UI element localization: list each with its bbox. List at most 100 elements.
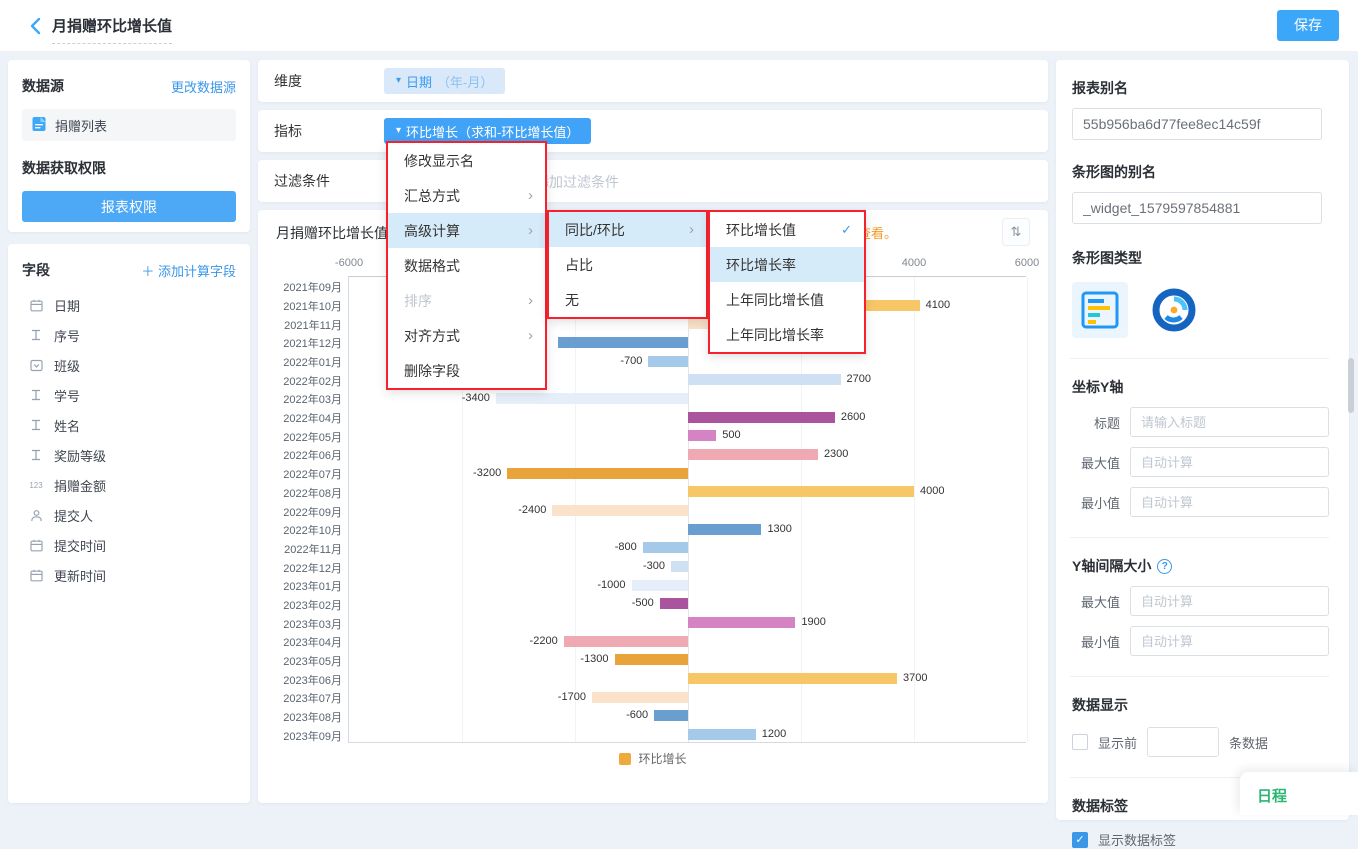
chart-bar[interactable]: [688, 673, 897, 684]
chart-bar[interactable]: [688, 486, 914, 497]
help-icon[interactable]: ?: [1157, 559, 1172, 574]
datasource-item[interactable]: 捐赠列表: [22, 109, 236, 141]
chart-bar[interactable]: [688, 449, 818, 460]
menu-item[interactable]: 占比: [549, 247, 706, 282]
chart-bar[interactable]: [688, 617, 795, 628]
bar-value-label: -2200: [530, 636, 558, 647]
chart-bar[interactable]: [648, 356, 688, 367]
back-icon[interactable]: [26, 16, 46, 36]
calendar-icon: [28, 568, 44, 582]
field-item-label: 提交人: [54, 506, 93, 525]
chart-bar[interactable]: [688, 430, 716, 441]
chart-bar[interactable]: [632, 580, 689, 591]
y-axis-category-label: 2022年01月: [258, 354, 342, 370]
chart-bar[interactable]: [592, 692, 688, 703]
chart-bar[interactable]: [507, 468, 688, 479]
change-datasource-link[interactable]: 更改数据源: [171, 77, 236, 96]
menu-item[interactable]: 数据格式: [388, 248, 545, 283]
sort-icon[interactable]: ⇅: [1002, 218, 1030, 246]
chart-bar[interactable]: [688, 374, 841, 385]
y-axis-category-label: 2022年08月: [258, 485, 342, 501]
field-item[interactable]: 日期: [22, 290, 236, 320]
datasource-name: 捐赠列表: [55, 116, 107, 135]
widget-alias-input[interactable]: [1072, 192, 1322, 224]
show-top-checkbox[interactable]: [1072, 734, 1088, 750]
data-permission-title: 数据获取权限: [22, 158, 236, 178]
y-axis-category-label: 2022年09月: [258, 504, 342, 520]
dimension-chip[interactable]: ▾ 日期（年-月）: [384, 68, 505, 94]
menu-item[interactable]: 同比/环比›: [549, 212, 706, 247]
chart-bar[interactable]: [688, 524, 761, 535]
y-axis-category-label: 2023年09月: [258, 728, 342, 744]
field-item[interactable]: 123捐赠金额: [22, 470, 236, 500]
chart-bar[interactable]: [688, 729, 756, 740]
menu-item-label: 数据格式: [404, 256, 460, 276]
menu-item[interactable]: 汇总方式›: [388, 178, 545, 213]
chart-bar[interactable]: [615, 654, 688, 665]
menu-item[interactable]: 删除字段: [388, 353, 545, 388]
field-item[interactable]: 更新时间: [22, 560, 236, 590]
add-calc-field-link[interactable]: ＋ 添加计算字段: [141, 261, 236, 280]
menu-item[interactable]: 无: [549, 282, 706, 317]
menu-item-label: 占比: [565, 255, 593, 275]
chart-bar[interactable]: [564, 636, 688, 647]
menu-item[interactable]: 修改显示名: [388, 143, 545, 178]
y-axis-category-label: 2022年02月: [258, 373, 342, 389]
y-axis-input[interactable]: [1130, 447, 1329, 477]
chart-bar[interactable]: [688, 412, 835, 423]
chart-bar[interactable]: [671, 561, 688, 572]
field-item[interactable]: 班级: [22, 350, 236, 380]
chart-bar[interactable]: [558, 337, 688, 348]
menu-item[interactable]: 排序›: [388, 283, 545, 318]
field-item-label: 序号: [54, 326, 80, 345]
chart-bar[interactable]: [660, 598, 688, 609]
y-axis-category-label: 2021年09月: [258, 279, 342, 295]
menu-item[interactable]: 对齐方式›: [388, 318, 545, 353]
bar-value-label: 1900: [801, 617, 825, 628]
report-permission-button[interactable]: 报表权限: [22, 191, 236, 222]
bar-chart-type-icon[interactable]: [1072, 282, 1128, 338]
chart-bar[interactable]: [552, 505, 688, 516]
chart-title: 月捐赠环比增长值: [276, 223, 388, 243]
x-axis-tick-label: 6000: [1015, 257, 1039, 269]
bar-value-label: 1200: [762, 729, 786, 740]
y-axis-input[interactable]: [1130, 407, 1329, 437]
field-item[interactable]: 奖励等级: [22, 440, 236, 470]
scrollbar-thumb[interactable]: [1348, 358, 1354, 413]
y-axis-input[interactable]: [1130, 487, 1329, 517]
person-icon: [28, 508, 44, 522]
menu-item-label: 修改显示名: [404, 151, 474, 171]
field-item[interactable]: 姓名: [22, 410, 236, 440]
donut-chart-type-icon[interactable]: [1150, 286, 1198, 334]
show-data-label-checkbox[interactable]: ✓: [1072, 832, 1088, 848]
page-title[interactable]: 月捐赠环比增长值: [52, 15, 172, 44]
report-alias-input[interactable]: [1072, 108, 1322, 140]
divider: [1070, 537, 1329, 538]
y-interval-input[interactable]: [1130, 626, 1329, 656]
filter-row[interactable]: 过滤条件 添加过滤条件: [258, 160, 1048, 202]
save-button[interactable]: 保存: [1277, 10, 1339, 41]
menu-item[interactable]: 环比增长值✓: [710, 212, 864, 247]
top-count-input[interactable]: [1147, 727, 1219, 757]
chart-bar[interactable]: [654, 710, 688, 721]
y-axis-category-label: 2022年04月: [258, 410, 342, 426]
field-item[interactable]: 提交人: [22, 500, 236, 530]
y-axis-row-label: 最大值: [1072, 453, 1120, 472]
menu-item[interactable]: 高级计算›: [388, 213, 545, 248]
menu-item-label: 同比/环比: [565, 220, 625, 240]
text-icon: [28, 418, 44, 432]
y-axis-category-label: 2023年03月: [258, 616, 342, 632]
chart-bar[interactable]: [496, 393, 688, 404]
menu-item[interactable]: 环比增长率: [710, 247, 864, 282]
chevron-right-icon: ›: [528, 327, 533, 344]
schedule-overlay[interactable]: 日程: [1240, 772, 1358, 815]
chart-bar[interactable]: [643, 542, 688, 553]
field-item[interactable]: 序号: [22, 320, 236, 350]
menu-item[interactable]: 上年同比增长值: [710, 282, 864, 317]
field-item[interactable]: 提交时间: [22, 530, 236, 560]
chart-legend[interactable]: 环比增长: [258, 750, 1048, 767]
bar-value-label: 2600: [841, 412, 865, 423]
menu-item[interactable]: 上年同比增长率: [710, 317, 864, 352]
field-item[interactable]: 学号: [22, 380, 236, 410]
y-interval-input[interactable]: [1130, 586, 1329, 616]
